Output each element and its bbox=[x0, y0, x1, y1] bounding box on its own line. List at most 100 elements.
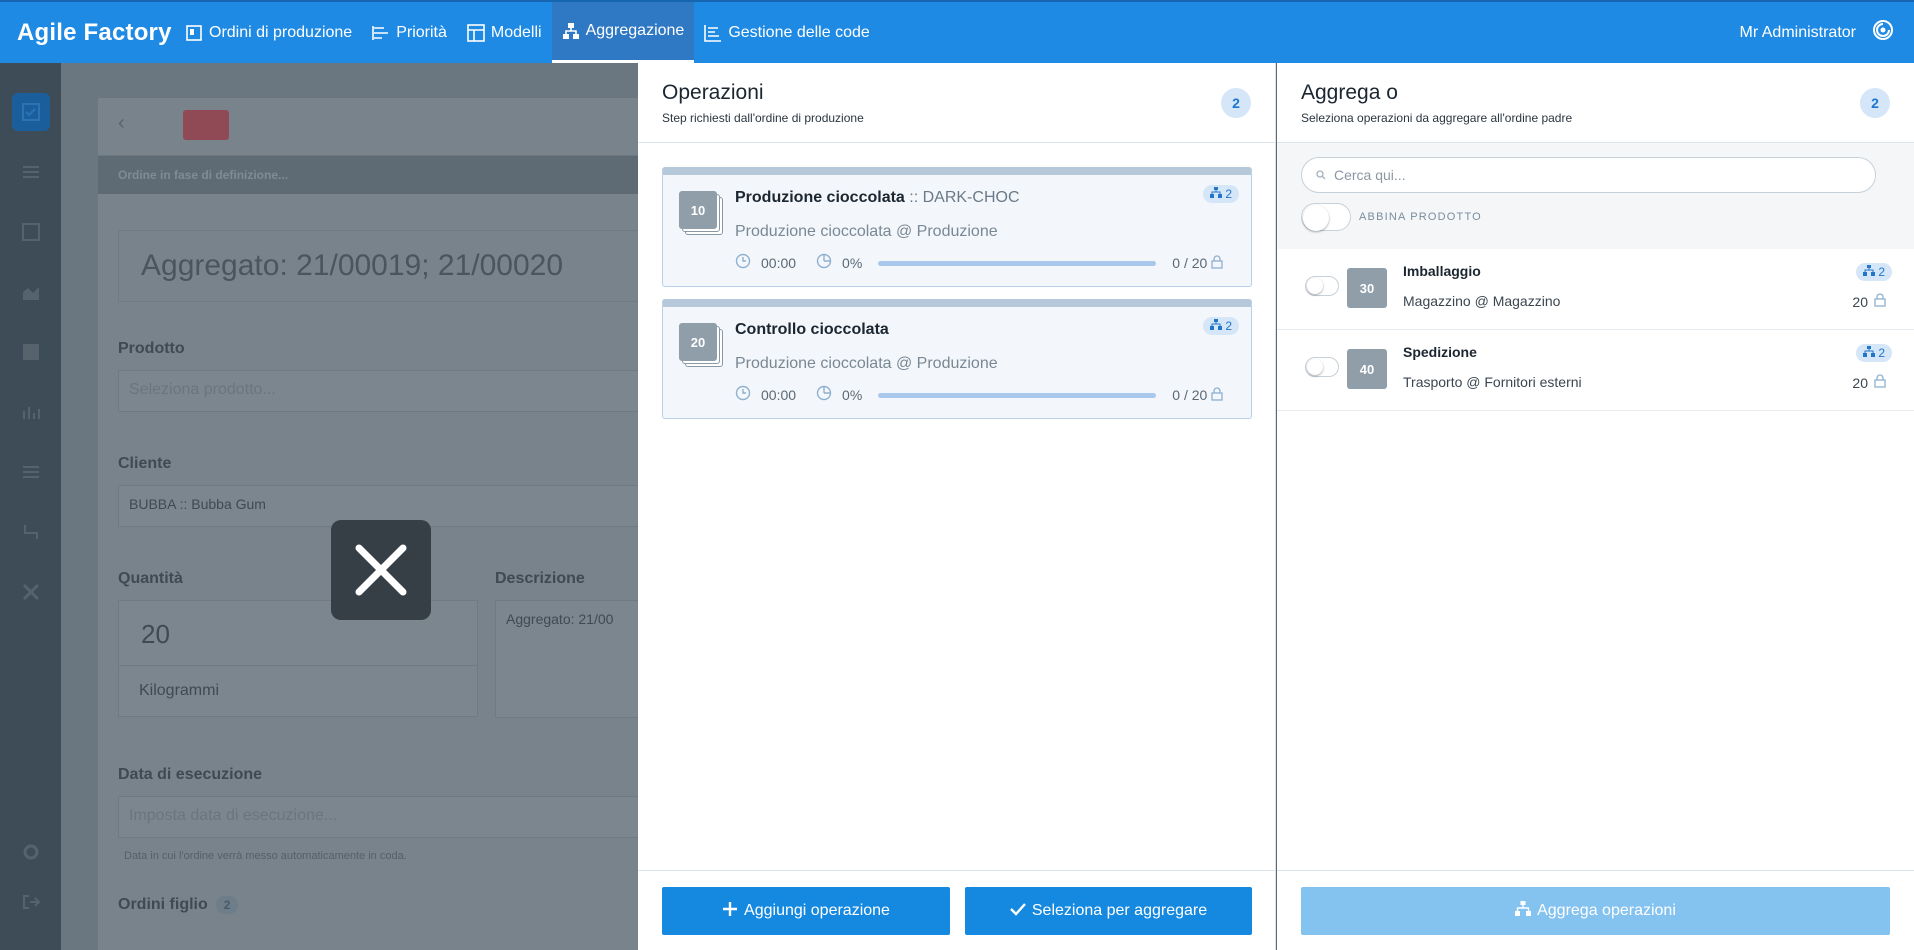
nav-ordini-produzione[interactable]: Ordini di produzione bbox=[175, 2, 362, 63]
pie-icon bbox=[816, 385, 832, 405]
operation-code: :: DARK-CHOC bbox=[909, 189, 1020, 206]
aggregate-title: Aggrega o bbox=[1301, 81, 1398, 104]
sidebar-tools-icon[interactable] bbox=[12, 573, 50, 611]
lock-icon bbox=[1211, 254, 1223, 272]
chip-count: 2 bbox=[1225, 187, 1232, 201]
operation-card[interactable]: 10 Produzione cioccolata :: DARK-CHOC Pr… bbox=[662, 167, 1252, 287]
operation-time: 00:00 bbox=[761, 255, 797, 271]
children-label-text: Ordini figlio bbox=[118, 896, 208, 913]
board-icon bbox=[185, 24, 203, 42]
operation-qty: 0 / 20 bbox=[1172, 255, 1208, 271]
operation-qty: 0 / 20 bbox=[1172, 387, 1208, 403]
add-operation-button[interactable]: Aggiungi operazione bbox=[662, 887, 950, 935]
background-page: ‹ Ordine in fase di definizione... Aggre… bbox=[61, 63, 698, 950]
step-stack: 10 bbox=[679, 191, 723, 235]
operation-time: 00:00 bbox=[761, 387, 797, 403]
item-quantity-value: 20 bbox=[1852, 293, 1868, 310]
sidebar-route-icon[interactable] bbox=[12, 513, 50, 551]
step-number: 40 bbox=[1347, 349, 1387, 389]
operation-card[interactable]: 20 Controllo cioccolata Produzione ciocc… bbox=[662, 299, 1252, 419]
children-label: Ordini figlio 2 bbox=[118, 896, 239, 914]
user-menu[interactable]: Mr Administrator bbox=[1740, 2, 1894, 63]
close-icon[interactable] bbox=[331, 520, 431, 620]
select-to-aggregate-button[interactable]: Seleziona per aggregare bbox=[965, 887, 1252, 935]
sidebar-list-icon[interactable] bbox=[12, 453, 50, 491]
sidebar-settings-icon[interactable] bbox=[12, 833, 50, 871]
nav-label: Gestione delle code bbox=[728, 23, 870, 41]
logo-mark-icon bbox=[1872, 19, 1894, 46]
aggregation-chip: 2 bbox=[1203, 185, 1239, 203]
aggregation-chip: 2 bbox=[1203, 317, 1239, 335]
operations-footer: Aggiungi operazione Seleziona per aggreg… bbox=[638, 870, 1275, 950]
template-icon bbox=[467, 23, 485, 42]
sidebar-logout-icon[interactable] bbox=[12, 883, 50, 921]
search-input[interactable]: Cerca qui... bbox=[1301, 157, 1876, 193]
list-item[interactable]: 40 Spedizione Trasporto @ Fornitori este… bbox=[1277, 330, 1914, 411]
step-stack: 20 bbox=[679, 323, 723, 367]
operation-location: Produzione cioccolata @ Produzione bbox=[735, 355, 998, 372]
aggregation-chip: 2 bbox=[1856, 263, 1892, 281]
operation-progress-bar bbox=[878, 392, 1157, 398]
nav-label: Aggregazione bbox=[585, 22, 685, 39]
item-quantity: 20 bbox=[1852, 293, 1886, 310]
search-icon bbox=[1316, 167, 1326, 183]
sidebar-filters-icon[interactable] bbox=[12, 153, 50, 191]
nav-label: Priorità bbox=[396, 23, 447, 41]
operation-location: Produzione cioccolata @ Produzione bbox=[735, 223, 998, 240]
sidebar-area-chart-icon[interactable] bbox=[12, 273, 50, 311]
step-number: 30 bbox=[1347, 268, 1387, 308]
item-title: Imballaggio bbox=[1403, 263, 1481, 279]
sidebar-stats-icon[interactable] bbox=[12, 393, 50, 431]
brand-logo[interactable]: Agile Factory bbox=[0, 19, 175, 47]
product-input[interactable]: Seleziona prodotto... bbox=[118, 370, 678, 412]
nav-priorita[interactable]: Priorità bbox=[362, 2, 457, 63]
sidebar-bar-chart-icon[interactable] bbox=[12, 333, 50, 371]
plus-icon bbox=[722, 901, 738, 922]
nav-aggregazione[interactable]: Aggregazione bbox=[551, 2, 695, 63]
item-quantity: 20 bbox=[1852, 374, 1886, 391]
description-label: Descrizione bbox=[495, 570, 585, 587]
clock-icon bbox=[735, 385, 751, 405]
operation-title-text: Produzione cioccolata bbox=[735, 189, 905, 206]
order-title[interactable]: Aggregato: 21/00019; 21/00020 bbox=[118, 230, 678, 302]
aggregate-operations-label: Aggrega operazioni bbox=[1537, 902, 1676, 919]
delete-button[interactable] bbox=[183, 110, 229, 140]
chip-count: 2 bbox=[1878, 346, 1885, 360]
chip-count: 2 bbox=[1878, 265, 1885, 279]
nav-gestione-code[interactable]: Gestione delle code bbox=[694, 2, 879, 63]
main-nav: Ordini di produzione Priorità Modelli Ag… bbox=[175, 2, 880, 63]
operations-title: Operazioni bbox=[662, 81, 764, 104]
operation-meta: 00:00 0% 0 / 20 bbox=[735, 253, 1235, 273]
clock-icon bbox=[735, 253, 751, 273]
unit-select[interactable]: Kilogrammi bbox=[118, 665, 478, 717]
date-helper: Data in cui l'ordine verrà messo automat… bbox=[124, 850, 407, 862]
item-location: Magazzino @ Magazzino bbox=[1403, 293, 1561, 309]
pie-icon bbox=[816, 253, 832, 273]
select-toggle[interactable] bbox=[1305, 276, 1339, 296]
date-input[interactable]: Imposta data di esecuzione... bbox=[118, 796, 678, 838]
chip-count: 2 bbox=[1225, 319, 1232, 333]
hierarchy-icon bbox=[1210, 187, 1223, 201]
nav-modelli[interactable]: Modelli bbox=[457, 2, 552, 63]
back-chevron-icon[interactable]: ‹ bbox=[118, 112, 134, 134]
search-placeholder: Cerca qui... bbox=[1334, 167, 1406, 183]
list-item[interactable]: 30 Imballaggio Magazzino @ Magazzino 2 2… bbox=[1277, 249, 1914, 330]
sidebar-orders-icon[interactable] bbox=[12, 93, 50, 131]
aggregate-count-badge: 2 bbox=[1860, 88, 1890, 118]
hierarchy-icon bbox=[562, 22, 580, 40]
operation-progress-bar bbox=[878, 260, 1157, 266]
select-toggle[interactable] bbox=[1305, 357, 1339, 377]
operations-count-badge: 2 bbox=[1221, 88, 1251, 118]
aggregate-operations-button[interactable]: Aggrega operazioni bbox=[1301, 887, 1890, 935]
check-icon bbox=[1010, 902, 1026, 921]
match-product-toggle[interactable] bbox=[1301, 203, 1351, 231]
aggregate-footer: Aggrega operazioni bbox=[1277, 870, 1914, 950]
product-label: Prodotto bbox=[118, 340, 185, 357]
operation-title: Produzione cioccolata :: DARK-CHOC bbox=[735, 189, 1020, 207]
sidebar-save-icon[interactable] bbox=[12, 213, 50, 251]
hierarchy-icon bbox=[1863, 265, 1876, 279]
priority-icon bbox=[372, 24, 390, 42]
aggregate-header: Aggrega o Seleziona operazioni da aggreg… bbox=[1277, 63, 1914, 143]
operation-meta: 00:00 0% 0 / 20 bbox=[735, 385, 1235, 405]
operation-percent: 0% bbox=[842, 387, 863, 403]
